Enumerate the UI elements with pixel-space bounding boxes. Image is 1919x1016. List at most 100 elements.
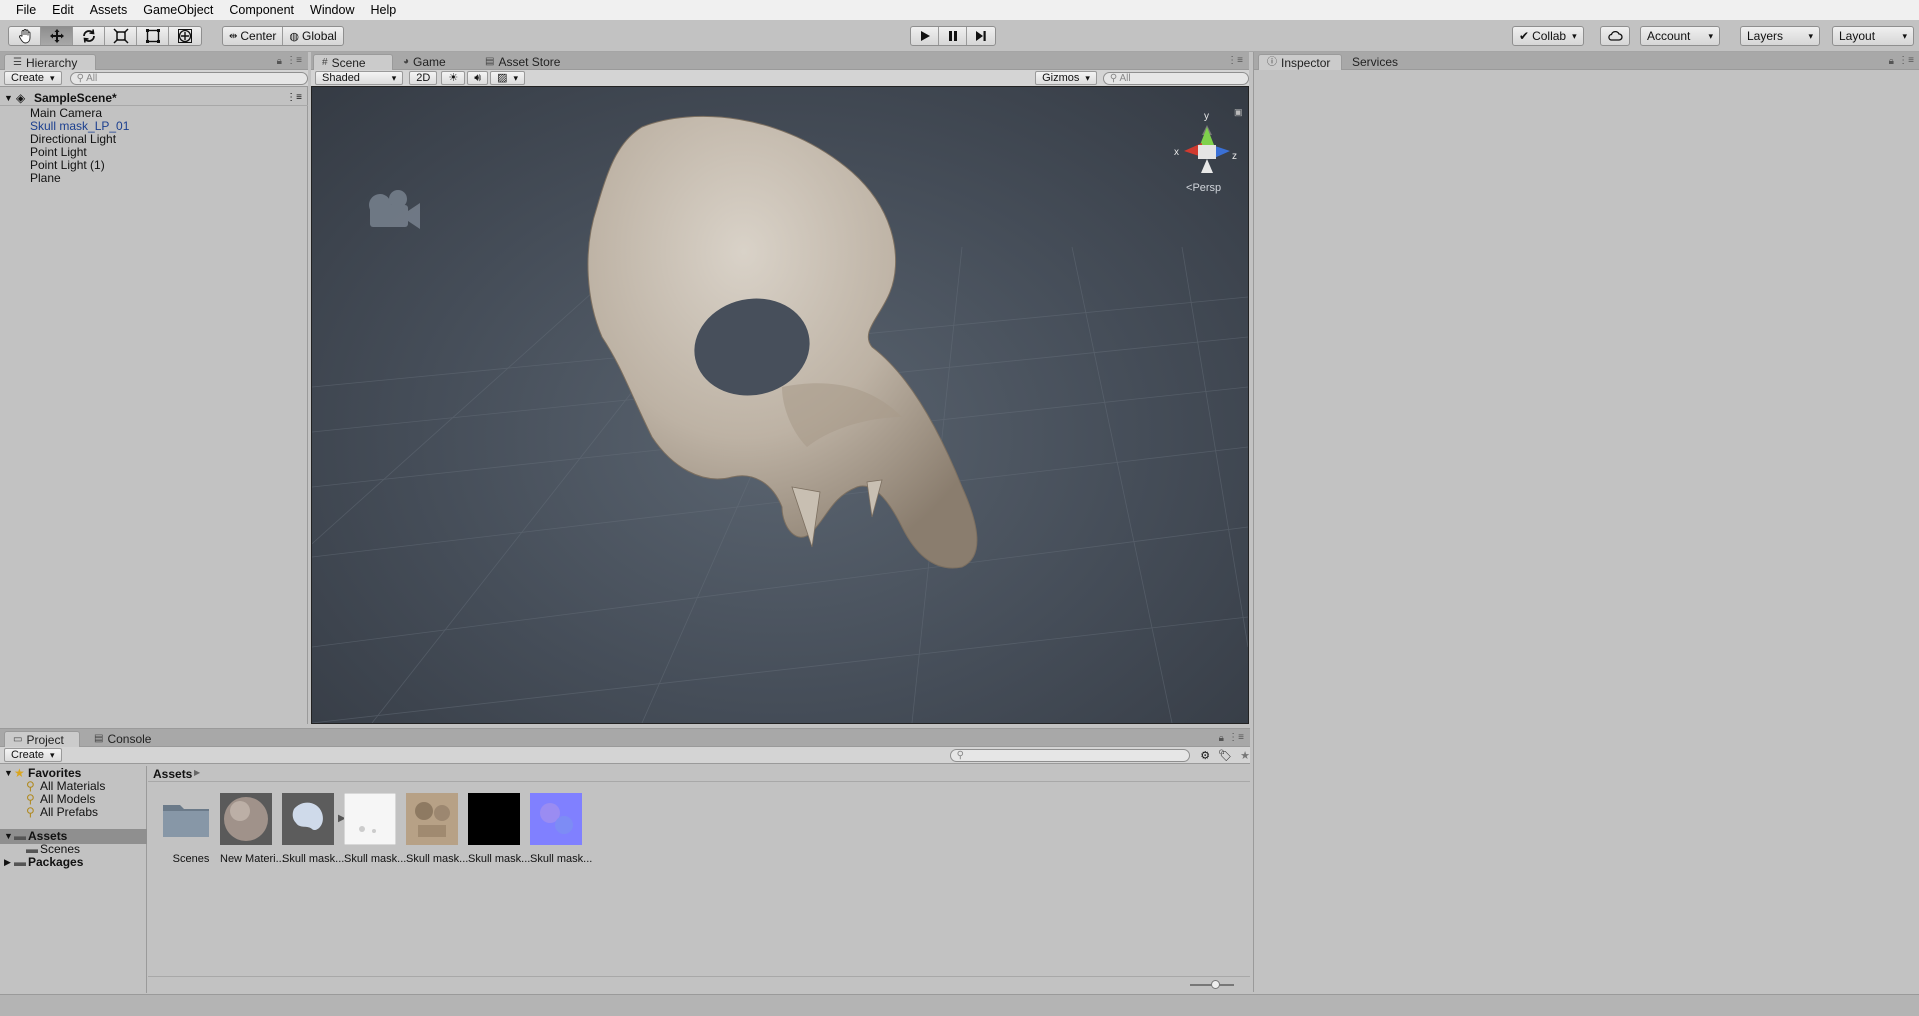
asset-item[interactable]: Skull mask... ▶ (282, 793, 346, 865)
asset-item[interactable]: Skull mask... (468, 793, 530, 865)
tab-game[interactable]: ◕ Game (395, 54, 454, 70)
move-tool-button[interactable] (41, 27, 73, 45)
lock-icon[interactable]: ▣ (1234, 107, 1243, 117)
favorite-item[interactable]: ⚲ All Prefabs (0, 805, 147, 820)
scale-tool-button[interactable] (105, 27, 137, 45)
scene-root-row[interactable]: ▼ ◈ SampleScene* ⋮≡ (0, 90, 308, 106)
lighting-toggle[interactable]: ☀ (441, 71, 466, 85)
cloud-services-button[interactable] (1601, 27, 1629, 45)
menu-component[interactable]: Component (221, 0, 302, 20)
hierarchy-tabstrip: ☰ Hierarchy 🔒︎ ⋮≡ (0, 52, 308, 70)
folder-icon: ▬ (14, 855, 26, 869)
asset-item[interactable]: Skull mask... (343, 792, 407, 865)
menu-help[interactable]: Help (362, 0, 404, 20)
hierarchy-item[interactable]: Plane (30, 170, 61, 186)
layers-button[interactable]: Layers (1741, 27, 1819, 45)
play-button[interactable] (911, 27, 939, 45)
tab-project[interactable]: ▭ Project (4, 731, 80, 747)
scene-menu-icon[interactable]: ⋮≡ (286, 90, 302, 106)
asset-item[interactable]: Skull mask... (406, 793, 468, 865)
play-controls (910, 26, 996, 46)
icon-size-slider-handle[interactable] (1211, 980, 1220, 989)
collab-dropdown[interactable]: ✔ Collab (1512, 26, 1584, 46)
hierarchy-search-input[interactable]: ⚲ All (69, 71, 308, 85)
lock-icon[interactable]: 🔒︎ (1889, 56, 1894, 67)
scene-search-input[interactable]: ⚲ All (1102, 71, 1249, 85)
asset-label: Skull mask... (406, 853, 469, 865)
rotate-icon (82, 29, 95, 43)
tab-inspector[interactable]: ⓘ Inspector (1258, 54, 1342, 70)
menu-edit[interactable]: Edit (44, 0, 82, 20)
favorite-star-icon[interactable]: ★ (1240, 749, 1250, 762)
pivot-mode-button[interactable]: ⇹ Center (223, 27, 284, 45)
cloud-button[interactable] (1600, 26, 1630, 46)
packages-folder-row[interactable]: ▶ ▬ Packages (0, 855, 147, 870)
menu-window[interactable]: Window (302, 0, 362, 20)
texture-normal-map-icon (530, 793, 582, 845)
audio-toggle[interactable]: 🔊︎ (467, 71, 489, 85)
tab-hierarchy[interactable]: ☰ Hierarchy (4, 54, 96, 70)
lock-icon[interactable]: 🔒︎ (1219, 733, 1224, 744)
layout-button[interactable]: Layout (1833, 27, 1913, 45)
tab-scene[interactable]: # Scene (313, 54, 393, 70)
perspective-label[interactable]: <Persp (1186, 182, 1221, 194)
account-dropdown[interactable]: Account (1640, 26, 1720, 46)
project-search-input[interactable]: ⚲ (949, 748, 1191, 762)
persp-text: Persp (1192, 182, 1221, 194)
asset-item[interactable]: Scenes (160, 793, 222, 865)
2d-toggle[interactable]: 2D (409, 71, 438, 85)
collab-button[interactable]: ✔ Collab (1513, 27, 1583, 45)
account-button[interactable]: Account (1641, 27, 1719, 45)
panel-menu-icon[interactable]: ⋮≡ (1228, 732, 1244, 743)
tab-console[interactable]: ▤ Console (86, 731, 159, 747)
hand-tool-button[interactable] (9, 27, 41, 45)
scene-tabstrip: # Scene ◕ Game ▤ Asset Store ⋮≡ (311, 52, 1249, 70)
axis-x-label: x (1174, 147, 1179, 158)
space-mode-button[interactable]: ◍ Global (283, 27, 342, 45)
panel-menu-icon[interactable]: ⋮≡ (1898, 55, 1914, 66)
cloud-icon (1608, 30, 1623, 41)
scale-icon (112, 28, 129, 44)
asset-store-tab-label: Asset Store (498, 55, 561, 69)
hierarchy-create-button[interactable]: Create (4, 71, 62, 85)
search-by-type-icon[interactable]: ⚙ (1200, 749, 1210, 762)
asset-label: Skull mask... (282, 853, 345, 865)
menu-gameobject[interactable]: GameObject (135, 0, 221, 20)
pause-button[interactable] (939, 27, 967, 45)
panel-menu-icon[interactable]: ⋮≡ (286, 55, 302, 66)
project-create-button[interactable]: Create (4, 748, 62, 762)
asset-item[interactable]: New Materi... (220, 793, 285, 865)
axis-z-label: z (1232, 151, 1237, 162)
asset-label: Skull mask... (344, 853, 407, 865)
layers-dropdown[interactable]: Layers (1740, 26, 1820, 46)
rect-tool-button[interactable] (137, 27, 169, 45)
gizmos-dropdown[interactable]: Gizmos (1035, 71, 1097, 85)
step-button[interactable] (967, 27, 995, 45)
panel-menu-icon[interactable]: ⋮≡ (1227, 55, 1243, 66)
draw-mode-dropdown[interactable]: Shaded (315, 71, 404, 85)
search-by-label-icon[interactable]: 🏷︎ (1218, 749, 1232, 762)
orientation-gizmo[interactable]: y x z ▣ (1174, 107, 1243, 173)
lock-icon[interactable]: 🔒︎ (277, 56, 282, 67)
axis-y-label: y (1204, 111, 1209, 122)
menu-file[interactable]: File (8, 0, 44, 20)
collapse-arrow-icon: ▶ (4, 857, 11, 867)
scene-canvas: y x z ▣ <Persp (312, 107, 1248, 723)
search-icon: ⚲ (956, 749, 964, 761)
tab-services[interactable]: Services (1344, 54, 1406, 70)
move-icon (49, 29, 64, 43)
status-bar (0, 994, 1919, 1016)
pivot-mode-label: Center (240, 29, 277, 43)
transform-tool-button[interactable] (169, 27, 201, 45)
asset-item[interactable]: Skull mask... (530, 793, 592, 865)
menu-assets[interactable]: Assets (82, 0, 136, 20)
breadcrumb-assets[interactable]: Assets (153, 767, 192, 781)
rotate-tool-button[interactable] (73, 27, 105, 45)
tab-asset-store[interactable]: ▤ Asset Store (477, 54, 568, 70)
folder-thumbnail-icon (163, 805, 209, 837)
layout-dropdown[interactable]: Layout (1832, 26, 1914, 46)
expand-arrow-icon: ▼ (4, 93, 13, 103)
project-folder-tree: ▼ ★ Favorites ⚲ All Materials ⚲ All Mode… (0, 766, 147, 993)
scene-viewport[interactable]: y x z ▣ <Persp (311, 86, 1249, 724)
effects-dropdown[interactable]: ▨ (490, 71, 526, 85)
